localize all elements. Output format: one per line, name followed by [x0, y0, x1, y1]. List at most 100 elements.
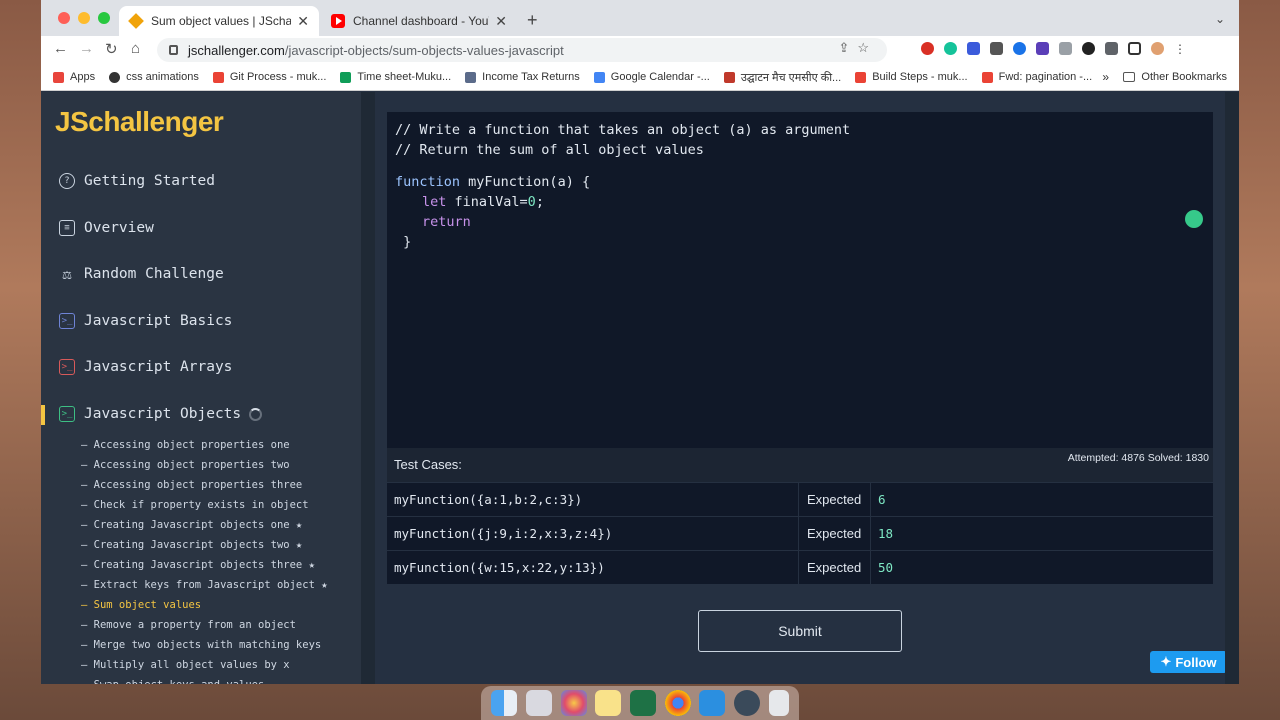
trash-icon[interactable] [768, 690, 789, 716]
challenge-link[interactable]: – Creating Javascript objects three ★ [81, 555, 328, 575]
bookmark-time-sheet[interactable]: Time sheet-Muku... [340, 71, 451, 83]
sidebar-item-javascript-basics[interactable]: >_ Javascript Basics [59, 313, 232, 329]
extension-icon[interactable] [921, 42, 934, 55]
puzzle-icon[interactable] [1105, 42, 1118, 55]
avatar[interactable] [1151, 42, 1164, 55]
extension-icon[interactable] [1013, 42, 1026, 55]
sidebar-item-javascript-arrays[interactable]: >_ Javascript Arrays [59, 359, 232, 375]
challenge-link[interactable]: – Multiply all object values by x [81, 655, 328, 675]
bookmarks-overflow-icon[interactable]: » [1102, 70, 1109, 84]
challenge-link[interactable]: – Remove a property from an object [81, 615, 328, 635]
sidebar-toggle-icon[interactable] [1128, 42, 1141, 55]
challenge-link[interactable]: – Swap object keys and values [81, 675, 328, 684]
challenge-link[interactable]: – Accessing object properties two [81, 455, 328, 475]
bookmark-hindi-news[interactable]: उद्घाटन मैच एमसीए की... [723, 70, 841, 85]
code-line: function myFunction(a) { [395, 172, 1205, 192]
minimize-window-button[interactable] [78, 12, 90, 24]
shield-icon[interactable] [1059, 42, 1072, 55]
bookmark-income-tax[interactable]: Income Tax Returns [465, 71, 580, 83]
maximize-window-button[interactable] [98, 12, 110, 24]
extension-icon[interactable] [1036, 42, 1049, 55]
launchpad-icon[interactable] [525, 690, 552, 716]
bookmark-git-process[interactable]: Git Process - muk... [212, 71, 326, 83]
tab-youtube[interactable]: Channel dashboard - YouTube ✕ [321, 6, 517, 36]
photos-icon[interactable] [560, 690, 587, 716]
code-keyword: function [395, 174, 461, 190]
challenge-link[interactable]: – Merge two objects with matching keys [81, 635, 328, 655]
logo[interactable]: JSchallenger [55, 106, 224, 138]
sidebar-item-overview[interactable]: ≡ Overview [59, 220, 154, 236]
test-cases-title: Test Cases: [394, 457, 462, 472]
challenge-link[interactable]: – Creating Javascript objects one ★ [81, 515, 328, 535]
challenge-link[interactable]: – Check if property exists in object [81, 495, 328, 515]
tab-search-chevron-icon[interactable]: ⌄ [1215, 12, 1225, 26]
forward-arrow-icon[interactable]: → [79, 40, 94, 57]
grammarly-icon[interactable] [944, 42, 957, 55]
code-editor[interactable]: // Write a function that takes an object… [387, 112, 1213, 448]
sidebar-item-random-challenge[interactable]: ⚖ Random Challenge [59, 265, 224, 283]
extension-icon[interactable] [967, 42, 980, 55]
finder-icon[interactable] [491, 690, 518, 716]
sidebar-item-label: Javascript Arrays [84, 359, 233, 375]
code-text: myFunction(a) { [460, 174, 591, 190]
extension-icon[interactable] [990, 42, 1003, 55]
bookmark-css-animations[interactable]: css animations [109, 71, 199, 83]
share-icon[interactable]: ⇪ [838, 40, 849, 56]
challenge-link-current[interactable]: – Sum object values [81, 595, 328, 615]
window-controls [58, 12, 110, 24]
close-tab-icon[interactable]: ✕ [495, 13, 507, 30]
menu-dots-icon[interactable]: ⋮ [1174, 42, 1186, 56]
twitter-follow-button[interactable]: ✦ Follow [1150, 651, 1227, 673]
challenge-link[interactable]: – Extract keys from Javascript object ★ [81, 575, 328, 595]
sidebar: JSchallenger ? Getting Started ≡ Overvie… [41, 92, 361, 684]
submit-button[interactable]: Submit [698, 610, 902, 652]
lock-icon[interactable] [169, 45, 178, 55]
sidebar-item-javascript-objects[interactable]: >_ Javascript Objects [59, 406, 263, 422]
code-comment: // Write a function that takes an object… [395, 122, 851, 138]
bookmark-star-icon[interactable]: ☆ [857, 40, 869, 56]
code-line: } [395, 234, 412, 250]
excel-icon[interactable] [629, 690, 656, 716]
attempt-stats: Attempted: 4876 Solved: 1830 [1067, 452, 1209, 464]
challenge-link[interactable]: – Accessing object properties three [81, 475, 328, 495]
address-bar[interactable]: jschallenger.com/javascript-objects/sum-… [157, 38, 887, 62]
challenge-link[interactable]: – Accessing object properties one [81, 435, 328, 455]
quicktime-icon[interactable] [733, 690, 760, 716]
bookmark-icon [109, 71, 121, 83]
bookmark-build-steps[interactable]: Build Steps - muk... [855, 71, 968, 83]
status-indicator-icon [1185, 210, 1203, 228]
code-keyword: return [422, 214, 471, 230]
folder-icon [1123, 72, 1136, 82]
vscode-icon[interactable] [699, 690, 726, 716]
url-path: /javascript-objects/sum-objects-values-j… [284, 42, 564, 58]
terminal-icon: >_ [59, 359, 75, 375]
bookmark-apps[interactable]: Apps [53, 71, 95, 83]
home-icon[interactable]: ⌂ [131, 40, 140, 57]
bookmark-fwd-pagination[interactable]: Fwd: pagination -... [981, 71, 1092, 83]
sidebar-item-getting-started[interactable]: ? Getting Started [59, 173, 215, 189]
tab-strip: Sum object values | JSchalleng ✕ Channel… [41, 0, 1239, 36]
expected-value: 6 [878, 492, 886, 507]
bookmark-label: Time sheet-Muku... [357, 71, 452, 83]
objects-challenge-list: – Accessing object properties one – Acce… [81, 435, 328, 684]
page-content: JSchallenger ? Getting Started ≡ Overvie… [41, 92, 1239, 684]
notes-icon[interactable] [595, 690, 622, 716]
extension-icon[interactable] [1082, 42, 1095, 55]
close-tab-icon[interactable]: ✕ [297, 13, 309, 30]
bookmark-google-calendar[interactable]: Google Calendar -... [593, 71, 710, 83]
new-tab-icon[interactable]: + [527, 10, 538, 31]
tab-title: Sum object values | JSchalleng [151, 14, 292, 28]
close-window-button[interactable] [58, 12, 70, 24]
tab-title: Channel dashboard - YouTube [353, 14, 489, 28]
sidebar-item-label: Random Challenge [84, 266, 224, 282]
reload-icon[interactable]: ↻ [105, 40, 118, 58]
extensions-area: ⋮ [921, 42, 1186, 56]
bookmark-label: css animations [126, 71, 199, 83]
chrome-icon[interactable] [664, 690, 691, 716]
challenge-link[interactable]: – Creating Javascript objects two ★ [81, 535, 328, 555]
back-arrow-icon[interactable]: ← [53, 40, 68, 57]
bookmark-label: Build Steps - muk... [872, 71, 968, 83]
tab-jschallenger[interactable]: Sum object values | JSchalleng ✕ [119, 6, 319, 36]
test-case-row: myFunction({a:1,b:2,c:3}) Expected 6 [387, 482, 1213, 516]
other-bookmarks[interactable]: Other Bookmarks [1123, 71, 1227, 83]
